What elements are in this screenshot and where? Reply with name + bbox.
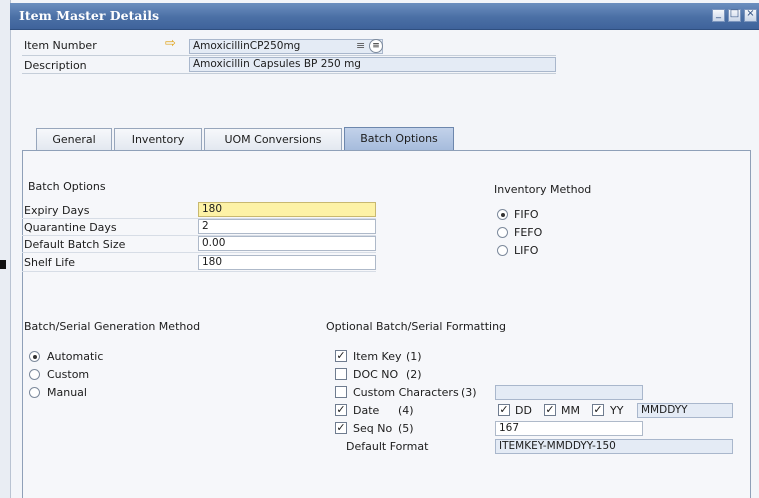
lifo-label: LIFO bbox=[514, 244, 539, 257]
custom-characters-checkbox[interactable] bbox=[335, 386, 347, 398]
list-icon[interactable]: ≡ bbox=[356, 39, 365, 52]
custom-characters-label: Custom Characters bbox=[353, 386, 459, 399]
automatic-label: Automatic bbox=[47, 350, 104, 363]
close-button[interactable]: × bbox=[744, 8, 757, 22]
automatic-radio[interactable] bbox=[29, 351, 40, 362]
background-marker bbox=[0, 260, 6, 269]
seq-no-num: (5) bbox=[398, 422, 414, 435]
checkmark-icon: ✓ bbox=[545, 403, 555, 416]
item-number-value: AmoxicillinCP250mg bbox=[193, 40, 301, 52]
date-label: Date bbox=[353, 404, 380, 417]
tab-inventory-label: Inventory bbox=[131, 133, 185, 146]
doc-no-label: DOC NO bbox=[353, 368, 399, 381]
fefo-radio[interactable] bbox=[497, 227, 508, 238]
custom-characters-field[interactable] bbox=[495, 385, 643, 400]
minimize-icon: _ bbox=[716, 8, 721, 19]
fefo-label: FEFO bbox=[514, 226, 543, 239]
description-value: Amoxicillin Capsules BP 250 mg bbox=[193, 58, 361, 70]
tab-uom-label: UOM Conversions bbox=[224, 133, 322, 146]
default-format-field: ITEMKEY-MMDDYY-150 bbox=[495, 439, 733, 454]
quarantine-days-label: Quarantine Days bbox=[24, 221, 117, 234]
doc-no-num: (2) bbox=[406, 368, 422, 381]
close-icon: × bbox=[746, 8, 755, 19]
background-window-edge bbox=[0, 0, 11, 498]
item-key-label: Item Key bbox=[353, 350, 402, 363]
checkmark-icon: ✓ bbox=[336, 349, 346, 362]
seq-no-value: 167 bbox=[499, 422, 520, 434]
item-key-checkbox[interactable]: ✓ bbox=[335, 350, 347, 362]
item-key-num: (1) bbox=[406, 350, 422, 363]
seq-no-checkbox[interactable]: ✓ bbox=[335, 422, 347, 434]
yy-checkbox[interactable]: ✓ bbox=[592, 404, 604, 416]
default-batch-size-label: Default Batch Size bbox=[24, 238, 126, 251]
checkmark-icon: ✓ bbox=[336, 421, 346, 434]
description-field[interactable]: Amoxicillin Capsules BP 250 mg bbox=[189, 57, 556, 72]
shelf-life-label: Shelf Life bbox=[24, 256, 75, 269]
dd-label: DD bbox=[515, 404, 532, 417]
header-divider bbox=[22, 55, 556, 56]
item-number-label: Item Number bbox=[24, 39, 97, 52]
custom-radio[interactable] bbox=[29, 369, 40, 380]
mm-label: MM bbox=[561, 404, 580, 417]
choose-list-icon: ≡ bbox=[372, 41, 380, 51]
date-num: (4) bbox=[398, 404, 414, 417]
row-divider bbox=[22, 252, 376, 253]
batch-options-title: Batch Options bbox=[28, 180, 106, 193]
custom-label: Custom bbox=[47, 368, 90, 381]
row-divider bbox=[22, 271, 376, 272]
tab-general[interactable]: General bbox=[36, 128, 112, 150]
title-bar[interactable]: Item Master Details _ □ × bbox=[10, 3, 759, 30]
dd-checkbox[interactable]: ✓ bbox=[498, 404, 510, 416]
checkmark-icon: ✓ bbox=[336, 403, 346, 416]
tab-batch-options[interactable]: Batch Options bbox=[344, 127, 454, 150]
default-format-label: Default Format bbox=[346, 440, 429, 453]
default-format-value: ITEMKEY-MMDDYY-150 bbox=[499, 440, 616, 452]
formatting-title: Optional Batch/Serial Formatting bbox=[326, 320, 507, 333]
mm-checkbox[interactable]: ✓ bbox=[544, 404, 556, 416]
tab-general-label: General bbox=[52, 133, 96, 146]
shelf-life-value: 180 bbox=[202, 256, 223, 268]
header-divider-2 bbox=[22, 73, 556, 74]
lifo-radio[interactable] bbox=[497, 245, 508, 256]
minimize-button[interactable]: _ bbox=[712, 8, 725, 22]
default-batch-size-value: 0.00 bbox=[202, 237, 226, 249]
checkmark-icon: ✓ bbox=[593, 403, 603, 416]
maximize-button[interactable]: □ bbox=[728, 8, 741, 22]
checkmark-icon: ✓ bbox=[499, 403, 509, 416]
link-arrow-icon[interactable]: ⇨ bbox=[165, 36, 176, 51]
tab-inventory[interactable]: Inventory bbox=[114, 128, 202, 150]
seq-no-field[interactable]: 167 bbox=[495, 421, 643, 436]
item-number-field[interactable]: AmoxicillinCP250mg bbox=[189, 39, 383, 54]
custom-characters-num: (3) bbox=[461, 386, 477, 399]
default-batch-size-field[interactable]: 0.00 bbox=[198, 236, 376, 251]
window-title: Item Master Details bbox=[19, 8, 159, 23]
quarantine-days-field[interactable]: 2 bbox=[198, 219, 376, 234]
yy-label: YY bbox=[610, 404, 624, 417]
tab-uom-conversions[interactable]: UOM Conversions bbox=[204, 128, 342, 150]
fifo-radio[interactable] bbox=[497, 209, 508, 220]
seq-no-label: Seq No bbox=[353, 422, 393, 435]
date-checkbox[interactable]: ✓ bbox=[335, 404, 347, 416]
choose-from-list-button[interactable]: ≡ bbox=[369, 39, 383, 53]
quarantine-days-value: 2 bbox=[202, 220, 209, 232]
manual-label: Manual bbox=[47, 386, 87, 399]
doc-no-checkbox[interactable] bbox=[335, 368, 347, 380]
expiry-days-label: Expiry Days bbox=[24, 204, 90, 217]
expiry-days-value: 180 bbox=[202, 203, 223, 215]
tab-batch-options-label: Batch Options bbox=[360, 132, 438, 145]
date-format-field[interactable]: MMDDYY bbox=[637, 403, 733, 418]
shelf-life-field[interactable]: 180 bbox=[198, 255, 376, 270]
manual-radio[interactable] bbox=[29, 387, 40, 398]
fifo-label: FIFO bbox=[514, 208, 539, 221]
inventory-method-title: Inventory Method bbox=[494, 183, 592, 196]
date-format-value: MMDDYY bbox=[641, 404, 688, 416]
description-label: Description bbox=[24, 59, 87, 72]
expiry-days-field[interactable]: 180 bbox=[198, 202, 376, 217]
generation-method-title: Batch/Serial Generation Method bbox=[24, 320, 201, 333]
maximize-icon: □ bbox=[729, 8, 740, 19]
